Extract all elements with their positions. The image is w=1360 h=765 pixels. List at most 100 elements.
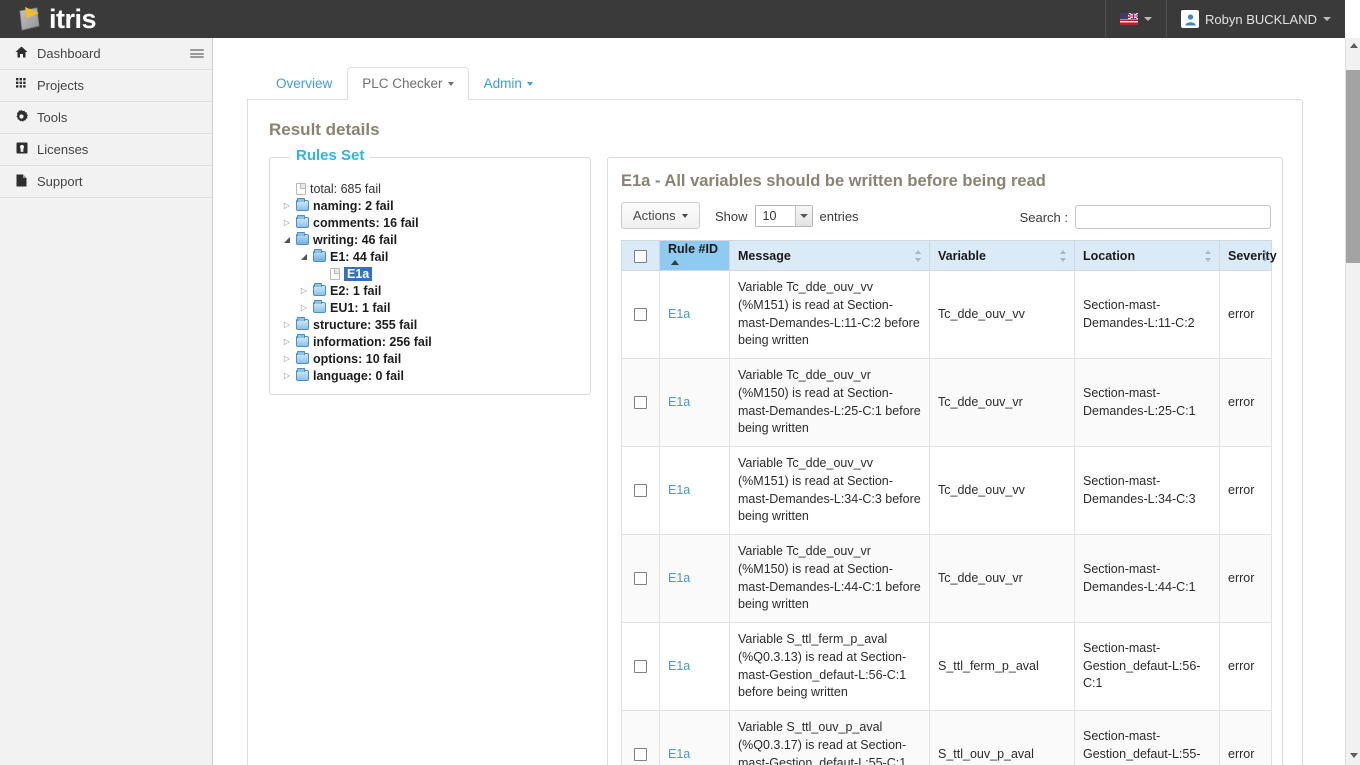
row-checkbox[interactable]: [634, 659, 647, 673]
sidebar-collapse-grip[interactable]: [190, 49, 204, 58]
tree-node-information[interactable]: ▷ information: 256 fail: [282, 333, 432, 350]
sidebar-item-support[interactable]: Support: [0, 166, 212, 198]
folder-icon: [296, 198, 309, 211]
row-checkbox[interactable]: [634, 571, 647, 585]
chevron-right-icon[interactable]: ▷: [299, 286, 309, 295]
row-select-cell[interactable]: [621, 710, 660, 765]
row-select-cell[interactable]: [621, 270, 660, 359]
sidebar-item-label: Support: [37, 174, 83, 189]
page-title: Result details: [269, 120, 380, 139]
cell-location: Section-mast-Demandes-L:25-C:1: [1074, 358, 1220, 447]
actions-button[interactable]: Actions: [621, 202, 700, 229]
tree-node-label: writing: 46 fail: [313, 232, 398, 247]
folder-open-icon: [313, 249, 326, 262]
table-row[interactable]: E1a Variable Tc_dde_ouv_vr (%M150) is rea…: [621, 358, 1272, 447]
chevron-right-icon[interactable]: ▷: [282, 337, 292, 346]
table-row[interactable]: E1a Variable Tc_dde_ouv_vv (%M151) is rea…: [621, 270, 1272, 359]
tree-node-comments[interactable]: ▷ comments: 16 fail: [282, 214, 432, 231]
row-checkbox[interactable]: [634, 307, 647, 321]
row-checkbox[interactable]: [634, 747, 647, 761]
cell-rule-id[interactable]: E1a: [659, 534, 730, 623]
tree-node-total[interactable]: total: 685 fail: [282, 180, 432, 197]
chevron-right-icon[interactable]: ▷: [282, 320, 292, 329]
page-scrollbar[interactable]: [1345, 38, 1360, 765]
column-header-variable[interactable]: Variable: [929, 240, 1075, 271]
cell-rule-id[interactable]: E1a: [659, 358, 730, 447]
column-header-severity[interactable]: Severity: [1219, 240, 1277, 271]
row-select-cell[interactable]: [621, 622, 660, 711]
tree-node-label: comments: 16 fail: [313, 215, 419, 230]
table-row[interactable]: E1a Variable Tc_dde_ouv_vv (%M151) is rea…: [621, 446, 1272, 535]
tab-admin[interactable]: Admin: [469, 67, 548, 100]
rules-set-fieldset: Rules Set total: 685 fail ▷ naming: 2 fail…: [269, 147, 591, 395]
entries-per-page-select[interactable]: 10: [754, 205, 813, 227]
select-all-checkbox[interactable]: [634, 249, 647, 263]
sidebar-item-licenses[interactable]: Licenses: [0, 134, 212, 166]
scroll-down-arrow-icon[interactable]: [1346, 748, 1360, 763]
chevron-right-icon[interactable]: ▷: [299, 303, 309, 312]
tree-node-eu1[interactable]: ▷ EU1: 1 fail: [299, 299, 432, 316]
uk-flag-icon: [1120, 12, 1139, 25]
cell-severity: error: [1219, 358, 1272, 447]
chevron-right-icon[interactable]: ▷: [282, 218, 292, 227]
tab-overview[interactable]: Overview: [261, 67, 347, 100]
sort-both-icon: [1060, 250, 1067, 262]
column-label: Location: [1083, 248, 1136, 263]
column-header-message[interactable]: Message: [729, 240, 930, 271]
scrollbar-thumb[interactable]: [1346, 70, 1360, 263]
cell-rule-id[interactable]: E1a: [659, 446, 730, 535]
tree-node-naming[interactable]: ▷ naming: 2 fail: [282, 197, 432, 214]
row-select-cell[interactable]: [621, 534, 660, 623]
results-title: E1a - All variables should be written be…: [621, 172, 1046, 190]
tab-plc-checker[interactable]: PLC Checker: [347, 67, 469, 100]
chevron-right-icon[interactable]: ▷: [282, 354, 292, 363]
cell-rule-id[interactable]: E1a: [659, 622, 730, 711]
cell-rule-id[interactable]: E1a: [659, 270, 730, 359]
chevron-down-icon: [1323, 17, 1331, 21]
row-select-cell[interactable]: [621, 358, 660, 447]
folder-icon: [296, 317, 309, 330]
tree-node-language[interactable]: ▷ language: 0 fail: [282, 367, 432, 384]
tree-node-e2[interactable]: ▷ E2: 1 fail: [299, 282, 432, 299]
column-header-location[interactable]: Location: [1074, 240, 1220, 271]
row-checkbox[interactable]: [634, 483, 647, 497]
table-row[interactable]: E1a Variable Tc_dde_ouv_vr (%M150) is rea…: [621, 534, 1272, 623]
file-text-icon: [14, 174, 29, 190]
folder-icon: [296, 368, 309, 381]
language-switcher[interactable]: [1105, 0, 1166, 38]
cell-rule-id[interactable]: E1a: [659, 710, 730, 765]
search-group: Search :: [1020, 205, 1271, 229]
cell-message: Variable S_ttl_ouv_p_aval (%Q0.3.17) is …: [729, 710, 930, 765]
tree-node-writing[interactable]: ◢ writing: 46 fail: [282, 231, 432, 248]
search-input[interactable]: [1075, 205, 1271, 229]
chevron-down-icon[interactable]: ◢: [299, 252, 309, 261]
actions-button-label: Actions: [633, 208, 676, 223]
chevron-down-icon[interactable]: ◢: [282, 235, 292, 244]
sort-both-icon: [1262, 250, 1269, 262]
user-avatar-icon: [1181, 10, 1199, 28]
row-select-cell[interactable]: [621, 446, 660, 535]
scroll-up-arrow-icon[interactable]: [1346, 38, 1360, 53]
sidebar-item-projects[interactable]: Projects: [0, 70, 212, 102]
table-row[interactable]: E1a Variable S_ttl_ferm_p_aval (%Q0.3.13)…: [621, 622, 1272, 711]
sidebar-item-tools[interactable]: Tools: [0, 102, 212, 134]
column-label: Rule #ID: [668, 241, 719, 256]
brand-logo[interactable]: itris: [0, 0, 97, 38]
user-menu[interactable]: Robyn BUCKLAND: [1166, 0, 1345, 38]
tree-node-label: E2: 1 fail: [330, 283, 382, 298]
table-head: Rule #ID Message Variable Location Sever…: [621, 240, 1277, 271]
column-header-rule-id[interactable]: Rule #ID: [659, 240, 730, 271]
chevron-down-icon: [794, 206, 812, 226]
sidebar-item-label: Projects: [37, 78, 84, 93]
tree-node-e1[interactable]: ◢ E1: 44 fail: [299, 248, 432, 265]
tree-node-e1a[interactable]: E1a: [316, 265, 432, 282]
select-all-header[interactable]: [621, 240, 660, 271]
tree-node-options[interactable]: ▷ options: 10 fail: [282, 350, 432, 367]
table-row[interactable]: E1a Variable S_ttl_ouv_p_aval (%Q0.3.17) …: [621, 710, 1272, 765]
tab-label: Admin: [483, 76, 522, 91]
chevron-right-icon[interactable]: ▷: [282, 371, 292, 380]
sidebar-item-dashboard[interactable]: Dashboard: [0, 38, 212, 70]
chevron-right-icon[interactable]: ▷: [282, 201, 292, 210]
row-checkbox[interactable]: [634, 395, 647, 409]
tree-node-structure[interactable]: ▷ structure: 355 fail: [282, 316, 432, 333]
